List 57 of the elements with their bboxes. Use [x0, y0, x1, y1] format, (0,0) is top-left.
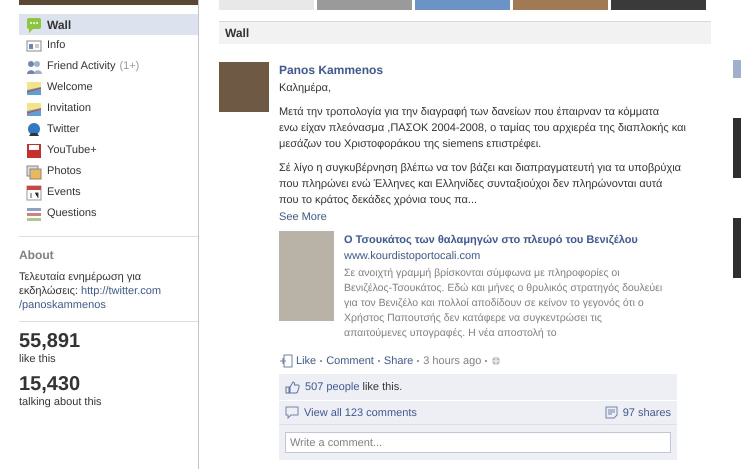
post-paragraph: Σέ λίγο η συγκυβέρνηση βλέπω να τον βάζει και διαπραγματευτή για τα υποβρύχια που πληρώνει ενώ Έλληνες και Ελληνίδες συνταξιούχοι δεν πληρώνονται αυτά που το κράτος δεκάδες χρόνια τους πα...	[279, 161, 682, 208]
post-paragraph: Καλημέρα,	[279, 81, 332, 96]
twitter-link[interactable]: http://twitter.com	[80, 285, 162, 297]
about-text: Τελευταία ενημέρωση για εκδηλώσεις: http://twitter.com /panoskammenos	[19, 270, 162, 312]
stat-number: 15,430	[19, 373, 82, 395]
photos-app-icon	[26, 164, 42, 180]
likes-text: 507 people like this.	[305, 380, 402, 395]
sidebar-nav-item[interactable]: Wall	[19, 14, 198, 35]
comment-input-field[interactable]: Write a comment...	[285, 432, 671, 453]
sidebar-nav-item[interactable]: Questions	[19, 203, 198, 224]
action-link[interactable]: Like	[296, 353, 316, 369]
public-icon	[491, 356, 502, 366]
section-heading: Wall	[219, 21, 711, 44]
section-heading: About	[19, 247, 55, 264]
thumbs-up-icon	[285, 380, 300, 394]
sidebar-nav-item[interactable]: Twitter	[19, 119, 198, 140]
post-time[interactable]: 3 hours ago	[423, 353, 482, 369]
avatar-photo-placeholder	[219, 62, 269, 112]
view-comments-link[interactable]: View all 123 comments	[304, 404, 417, 420]
friends-app-icon	[26, 58, 42, 74]
info-app-icon	[26, 38, 42, 54]
stat-number: 55,891	[19, 330, 82, 352]
sidebar-nav-item[interactable]: Friend Activity (1+)	[19, 56, 198, 77]
app-app-icon	[26, 100, 42, 116]
comment-icon	[285, 406, 299, 419]
events-app-icon	[26, 184, 42, 200]
twitter-link[interactable]: /panoskammenos	[19, 299, 106, 311]
sidebar-nav-item[interactable]: Info	[19, 35, 198, 56]
see-more-link[interactable]: See More	[279, 209, 711, 225]
app-app-icon	[26, 80, 42, 96]
photo-placeholder	[733, 218, 741, 278]
wall-app-icon	[26, 16, 42, 32]
action-link[interactable]: Share	[384, 353, 414, 369]
photo-placeholder	[733, 60, 741, 78]
activity-count: (1+)	[119, 59, 140, 74]
questions-app-icon	[26, 206, 42, 222]
author-link[interactable]: Panos Kammenos	[279, 62, 711, 78]
stat-label: like this	[19, 352, 57, 367]
likers-link[interactable]: 507 people	[305, 381, 360, 393]
sidebar-nav-item[interactable]: Welcome	[19, 77, 198, 98]
link-title[interactable]: Ο Τσουκάτος των θαλαμηγών στο πλευρό του Βενιζέλου	[344, 232, 662, 248]
link-url: www.kourdistoportocali.com	[344, 249, 482, 264]
sidebar-nav-item[interactable]: Invitation	[19, 98, 198, 119]
post-paragraph: Μετά την τροπολογία για την διαγραφή των δανείων που έπαιρναν τα κόμματα ενω είχαν πλεόνασμα ,ΠΑΣΟΚ 2004-2008, ο ταμίας του αρχιερέα της διαπλοκής και μεσάζων του Χριστοφοράκου της siemens επιστρέφει.	[279, 105, 687, 152]
nav-label: Friend Activity	[47, 59, 116, 74]
twitter-app-icon	[26, 122, 42, 138]
shares-link[interactable]: 97 shares	[622, 404, 671, 420]
photo-placeholder	[733, 118, 741, 178]
youtube-app-icon	[26, 142, 42, 158]
action-link[interactable]: Comment	[326, 353, 374, 369]
link-description: Σε ανοιχτή γραμμή βρίσκονται σύμφωνα με πληροφορίες οι Βενιζέλος-Τσουκάτος. Εδώ και μήνες ο θρυλικός στρατηγός δουλεύει για τον Βενιζέλο και πολλοί αποδίδουν σε κείνον το γεγονός ότι ο Χρήστος Παπουτσής δεν κατάφερε να συγκεντρώσει τις απαιτούμενες υπογραφές. Η νέα αποστολή το	[344, 266, 662, 341]
sidebar-nav-item[interactable]: YouTube+	[19, 140, 198, 161]
sidebar-nav-item[interactable]: Events	[19, 182, 198, 203]
share-icon	[604, 406, 618, 419]
sidebar-nav-item[interactable]: Photos	[19, 161, 198, 182]
page-icon	[279, 354, 293, 368]
stat-label: talking about this	[19, 395, 103, 410]
